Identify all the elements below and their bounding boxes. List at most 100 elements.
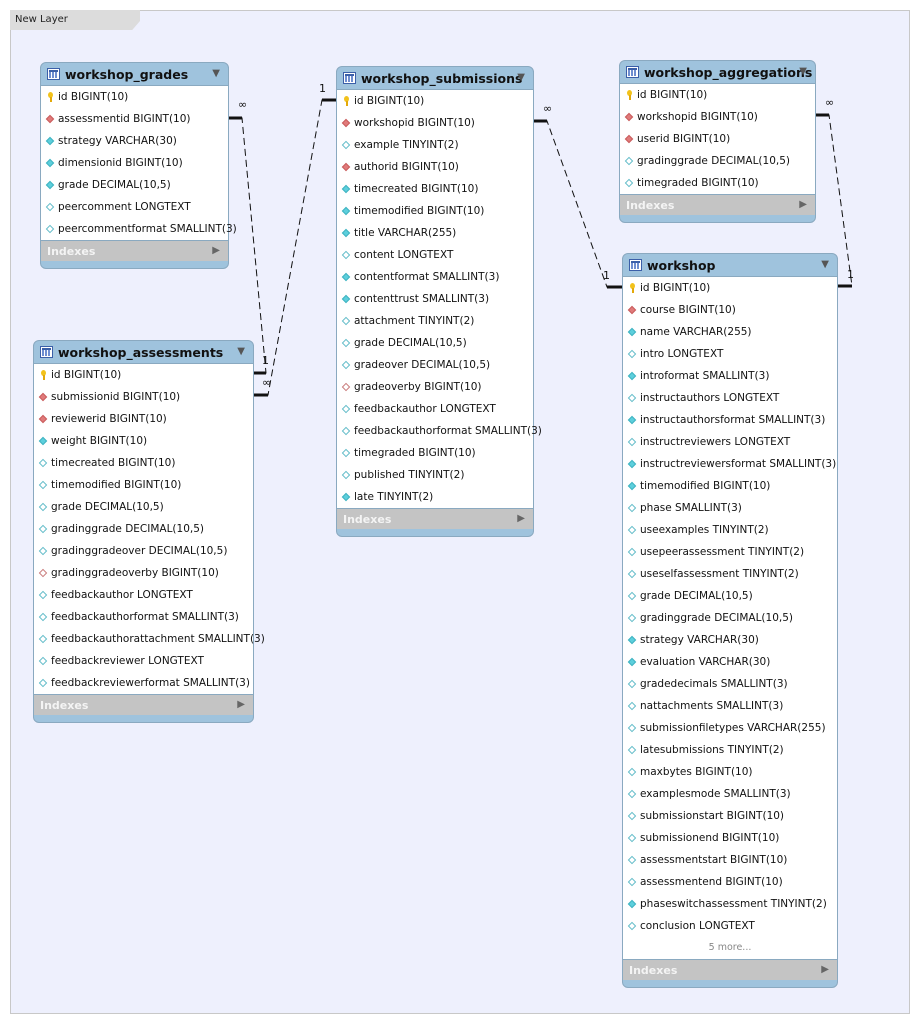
column-row[interactable]: useselfassessment TINYINT(2): [623, 563, 837, 585]
column-row[interactable]: submissionfiletypes VARCHAR(255): [623, 717, 837, 739]
column-row[interactable]: weight BIGINT(10): [34, 430, 253, 452]
column-row[interactable]: title VARCHAR(255): [337, 222, 533, 244]
column-row[interactable]: submissionid BIGINT(10): [34, 386, 253, 408]
column-row[interactable]: gradinggrade DECIMAL(10,5): [623, 607, 837, 629]
column-row[interactable]: workshopid BIGINT(10): [620, 106, 815, 128]
more-columns-link[interactable]: 5 more...: [623, 937, 837, 959]
indexes-section[interactable]: Indexes ▶: [620, 195, 815, 215]
expand-arrow-icon[interactable]: ▶: [799, 199, 807, 210]
column-row[interactable]: gradeoverby BIGINT(10): [337, 376, 533, 398]
column-row[interactable]: timemodified BIGINT(10): [337, 200, 533, 222]
table-header[interactable]: workshop_aggregations ▼: [620, 61, 815, 83]
column-row[interactable]: gradinggrade DECIMAL(10,5): [34, 518, 253, 540]
collapse-toggle-icon[interactable]: ▼: [821, 259, 829, 270]
column-row[interactable]: grade DECIMAL(10,5): [337, 332, 533, 354]
column-row[interactable]: id BIGINT(10): [623, 277, 837, 299]
column-row[interactable]: useexamples TINYINT(2): [623, 519, 837, 541]
column-row[interactable]: published TINYINT(2): [337, 464, 533, 486]
column-row[interactable]: timecreated BIGINT(10): [34, 452, 253, 474]
column-row[interactable]: feedbackreviewer LONGTEXT: [34, 650, 253, 672]
collapse-toggle-icon[interactable]: ▼: [237, 346, 245, 357]
indexes-section[interactable]: Indexes ▶: [41, 241, 228, 261]
column-row[interactable]: contenttrust SMALLINT(3): [337, 288, 533, 310]
column-row[interactable]: gradinggrade DECIMAL(10,5): [620, 150, 815, 172]
column-row[interactable]: phaseswitchassessment TINYINT(2): [623, 893, 837, 915]
table-header[interactable]: workshop_assessments ▼: [34, 341, 253, 363]
collapse-toggle-icon[interactable]: ▼: [517, 72, 525, 83]
column-row[interactable]: timecreated BIGINT(10): [337, 178, 533, 200]
column-row[interactable]: timegraded BIGINT(10): [620, 172, 815, 194]
table-header[interactable]: workshop_submissions ▼: [337, 67, 533, 89]
table-header[interactable]: workshop_grades ▼: [41, 63, 228, 85]
column-row[interactable]: usepeerassessment TINYINT(2): [623, 541, 837, 563]
expand-arrow-icon[interactable]: ▶: [212, 245, 220, 256]
column-row[interactable]: conclusion LONGTEXT: [623, 915, 837, 937]
column-row[interactable]: submissionend BIGINT(10): [623, 827, 837, 849]
column-row[interactable]: attachment TINYINT(2): [337, 310, 533, 332]
column-row[interactable]: intro LONGTEXT: [623, 343, 837, 365]
column-row[interactable]: workshopid BIGINT(10): [337, 112, 533, 134]
column-row[interactable]: grade DECIMAL(10,5): [623, 585, 837, 607]
indexes-section[interactable]: Indexes ▶: [34, 695, 253, 715]
column-row[interactable]: submissionstart BIGINT(10): [623, 805, 837, 827]
column-row[interactable]: grade DECIMAL(10,5): [41, 174, 228, 196]
table-workshop-assessments[interactable]: workshop_assessments ▼ id BIGINT(10) submis…: [33, 340, 265, 723]
table-workshop-aggregations[interactable]: workshop_aggregations ▼ id BIGINT(10) works…: [619, 60, 816, 223]
column-row[interactable]: grade DECIMAL(10,5): [34, 496, 253, 518]
column-row[interactable]: dimensionid BIGINT(10): [41, 152, 228, 174]
collapse-toggle-icon[interactable]: ▼: [212, 68, 220, 79]
column-row[interactable]: gradeover DECIMAL(10,5): [337, 354, 533, 376]
table-workshop-grades[interactable]: workshop_grades ▼ id BIGINT(10) assessmenti…: [40, 62, 237, 269]
column-row[interactable]: instructreviewersformat SMALLINT(3): [623, 453, 837, 475]
column-row[interactable]: reviewerid BIGINT(10): [34, 408, 253, 430]
column-row[interactable]: assessmentend BIGINT(10): [623, 871, 837, 893]
column-row[interactable]: feedbackauthor LONGTEXT: [34, 584, 253, 606]
column-row[interactable]: gradinggradeover DECIMAL(10,5): [34, 540, 253, 562]
column-row[interactable]: maxbytes BIGINT(10): [623, 761, 837, 783]
column-row[interactable]: authorid BIGINT(10): [337, 156, 533, 178]
expand-arrow-icon[interactable]: ▶: [517, 513, 525, 524]
column-row[interactable]: feedbackauthor LONGTEXT: [337, 398, 533, 420]
column-row[interactable]: userid BIGINT(10): [620, 128, 815, 150]
expand-arrow-icon[interactable]: ▶: [821, 964, 829, 975]
column-row[interactable]: contentformat SMALLINT(3): [337, 266, 533, 288]
column-row[interactable]: feedbackreviewerformat SMALLINT(3): [34, 672, 253, 694]
column-row[interactable]: phase SMALLINT(3): [623, 497, 837, 519]
column-row[interactable]: evaluation VARCHAR(30): [623, 651, 837, 673]
column-row[interactable]: instructauthorsformat SMALLINT(3): [623, 409, 837, 431]
column-row[interactable]: strategy VARCHAR(30): [41, 130, 228, 152]
column-row[interactable]: id BIGINT(10): [41, 86, 228, 108]
column-row[interactable]: name VARCHAR(255): [623, 321, 837, 343]
column-row[interactable]: gradinggradeoverby BIGINT(10): [34, 562, 253, 584]
column-row[interactable]: peercomment LONGTEXT: [41, 196, 228, 218]
column-row[interactable]: nattachments SMALLINT(3): [623, 695, 837, 717]
column-row[interactable]: late TINYINT(2): [337, 486, 533, 508]
column-row[interactable]: id BIGINT(10): [34, 364, 253, 386]
column-row[interactable]: instructreviewers LONGTEXT: [623, 431, 837, 453]
column-row[interactable]: content LONGTEXT: [337, 244, 533, 266]
column-row[interactable]: example TINYINT(2): [337, 134, 533, 156]
column-row[interactable]: assessmentstart BIGINT(10): [623, 849, 837, 871]
column-row[interactable]: feedbackauthorformat SMALLINT(3): [34, 606, 253, 628]
column-row[interactable]: timegraded BIGINT(10): [337, 442, 533, 464]
column-row[interactable]: examplesmode SMALLINT(3): [623, 783, 837, 805]
column-row[interactable]: assessmentid BIGINT(10): [41, 108, 228, 130]
column-row[interactable]: feedbackauthorattachment SMALLINT(3): [34, 628, 265, 650]
column-row[interactable]: peercommentformat SMALLINT(3): [41, 218, 237, 240]
column-row[interactable]: id BIGINT(10): [337, 90, 533, 112]
table-workshop[interactable]: workshop ▼ id BIGINT(10) course BIGINT(10) n…: [622, 253, 838, 988]
column-row[interactable]: feedbackauthorformat SMALLINT(3): [337, 420, 542, 442]
column-row[interactable]: introformat SMALLINT(3): [623, 365, 837, 387]
column-row[interactable]: course BIGINT(10): [623, 299, 837, 321]
indexes-section[interactable]: Indexes ▶: [623, 960, 837, 980]
column-row[interactable]: timemodified BIGINT(10): [34, 474, 253, 496]
column-row[interactable]: timemodified BIGINT(10): [623, 475, 837, 497]
table-workshop-submissions[interactable]: workshop_submissions ▼ id BIGINT(10) worksh…: [336, 66, 542, 537]
table-header[interactable]: workshop ▼: [623, 254, 837, 276]
indexes-section[interactable]: Indexes ▶: [337, 509, 533, 529]
column-row[interactable]: id BIGINT(10): [620, 84, 815, 106]
collapse-toggle-icon[interactable]: ▼: [799, 66, 807, 77]
column-row[interactable]: gradedecimals SMALLINT(3): [623, 673, 837, 695]
column-row[interactable]: strategy VARCHAR(30): [623, 629, 837, 651]
column-row[interactable]: instructauthors LONGTEXT: [623, 387, 837, 409]
